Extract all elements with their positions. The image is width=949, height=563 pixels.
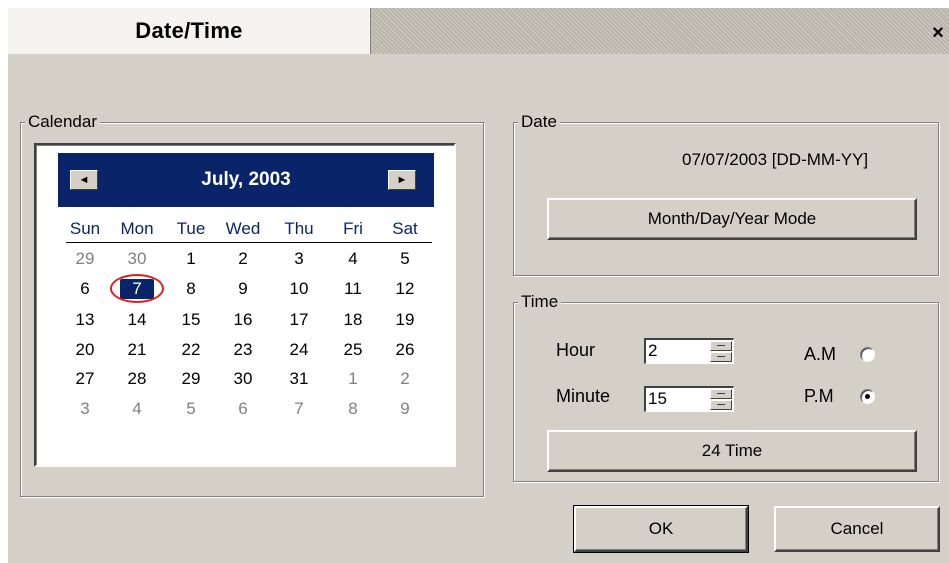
day-names-row: Sun Mon Tue Wed Thu Fri Sat	[58, 219, 434, 241]
pm-label: P.M	[804, 386, 834, 406]
minute-down-arrow-icon[interactable]	[710, 400, 732, 410]
calendar-day[interactable]: 27	[66, 368, 104, 390]
calendar-day[interactable]: 1	[334, 368, 372, 390]
minute-stepper[interactable]	[644, 386, 734, 412]
calendar-day[interactable]: 9	[224, 278, 262, 300]
calendar-day[interactable]: 6	[66, 278, 104, 300]
calendar-day[interactable]: 4	[334, 248, 372, 270]
hour-stepper[interactable]	[644, 338, 734, 364]
day-name-sun: Sun	[69, 219, 101, 238]
time-group-label: Time	[518, 292, 562, 312]
calendar-day[interactable]: 16	[224, 309, 262, 331]
tab-label: Date/Time	[135, 18, 243, 43]
day-name-tue: Tue	[176, 219, 206, 238]
calendar-day[interactable]: 5	[172, 398, 210, 420]
calendar-day[interactable]: 13	[66, 309, 104, 331]
calendar-day[interactable]: 30	[118, 248, 156, 270]
day-name-fri: Fri	[343, 219, 363, 238]
calendar-day[interactable]: 18	[334, 309, 372, 331]
calendar-day[interactable]: 8	[172, 278, 210, 300]
calendar-day[interactable]: 23	[224, 339, 262, 361]
calendar-day[interactable]: 20	[66, 339, 104, 361]
24-time-button[interactable]: 24 Time	[547, 430, 917, 472]
calendar-day[interactable]: 8	[334, 398, 372, 420]
calendar-day[interactable]: 22	[172, 339, 210, 361]
day-names-divider	[66, 242, 432, 243]
calendar-day[interactable]: 26	[386, 339, 424, 361]
pm-radio[interactable]	[860, 389, 875, 404]
hour-label: Hour	[556, 340, 596, 360]
calendar-day[interactable]: 2	[224, 248, 262, 270]
calendar-day[interactable]: 30	[224, 368, 262, 390]
calendar-day[interactable]: 9	[386, 398, 424, 420]
month-day-year-mode-button[interactable]: Month/Day/Year Mode	[547, 198, 917, 240]
calendar-day[interactable]: 21	[118, 339, 156, 361]
title-bar: Date/Time ×	[8, 8, 949, 54]
calendar-day[interactable]: 10	[280, 278, 318, 300]
calendar-day[interactable]: 5	[386, 248, 424, 270]
calendar-day[interactable]: 15	[172, 309, 210, 331]
day-name-mon: Mon	[120, 219, 154, 238]
day-name-sat: Sat	[392, 219, 418, 238]
hour-up-arrow-icon[interactable]	[710, 341, 732, 351]
date-display: 07/07/2003 [DD-MM-YY]	[682, 150, 869, 169]
calendar-day[interactable]: 6	[224, 398, 262, 420]
calendar-day[interactable]: 4	[118, 398, 156, 420]
calendar-day[interactable]: 3	[66, 398, 104, 420]
calendar-day[interactable]: 2	[386, 368, 424, 390]
next-month-button[interactable]: ►	[388, 170, 416, 190]
annotation-circle	[110, 274, 164, 303]
calendar-day[interactable]: 1	[172, 248, 210, 270]
am-radio[interactable]	[860, 347, 875, 362]
hour-spin-arrows	[710, 341, 732, 362]
day-name-thu: Thu	[284, 219, 314, 238]
hour-input[interactable]	[648, 341, 706, 361]
am-label: A.M	[804, 344, 837, 364]
month-title: July, 2003	[201, 169, 291, 190]
calendar-day[interactable]: 28	[118, 368, 156, 390]
tab-date-time[interactable]: Date/Time	[8, 8, 371, 54]
calendar-header: ◄ July, 2003 ►	[58, 153, 434, 207]
minute-up-arrow-icon[interactable]	[710, 389, 732, 399]
ok-button[interactable]: OK	[573, 505, 749, 553]
calendar-day[interactable]: 31	[280, 368, 318, 390]
calendar-day[interactable]: 11	[334, 278, 372, 300]
day-name-wed: Wed	[225, 219, 261, 238]
calendar-day[interactable]: 7	[280, 398, 318, 420]
calendar-day[interactable]: 17	[280, 309, 318, 331]
calendar-day[interactable]: 24	[280, 339, 318, 361]
calendar-day[interactable]: 29	[172, 368, 210, 390]
calendar-day[interactable]: 3	[280, 248, 318, 270]
calendar-group-label: Calendar	[25, 112, 100, 132]
calendar-day[interactable]: 14	[118, 309, 156, 331]
calendar-day[interactable]: 25	[334, 339, 372, 361]
calendar-day[interactable]: 19	[386, 309, 424, 331]
minute-spin-arrows	[710, 389, 732, 410]
minute-input[interactable]	[648, 389, 706, 409]
date-group-label: Date	[518, 112, 560, 132]
calendar-day[interactable]: 12	[386, 278, 424, 300]
minute-label: Minute	[556, 386, 611, 406]
close-icon[interactable]: ×	[927, 22, 949, 44]
hour-down-arrow-icon[interactable]	[710, 352, 732, 362]
calendar-day[interactable]: 29	[66, 248, 104, 270]
cancel-button[interactable]: Cancel	[774, 506, 940, 552]
